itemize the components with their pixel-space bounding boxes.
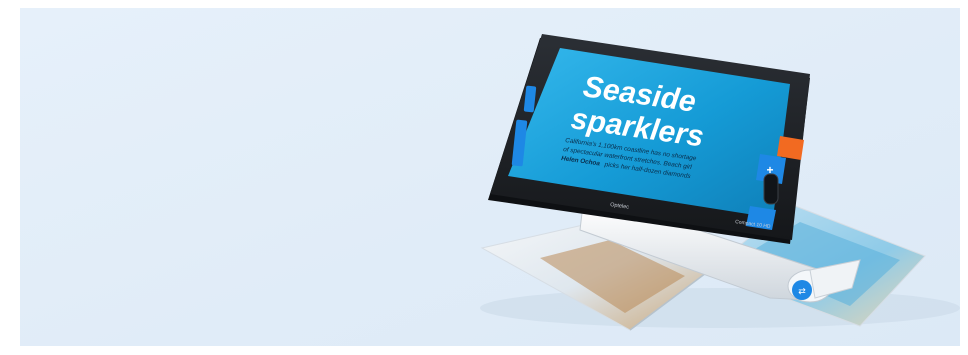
right-accent-orange bbox=[777, 136, 804, 160]
product-scene: ⇄ + Seaside sparklers California's 1,100… bbox=[20, 8, 960, 346]
roller-button-icon: ⇄ bbox=[798, 286, 806, 296]
banner-frame: ⇄ + Seaside sparklers California's 1,100… bbox=[20, 8, 960, 346]
right-dial[interactable] bbox=[763, 173, 779, 205]
